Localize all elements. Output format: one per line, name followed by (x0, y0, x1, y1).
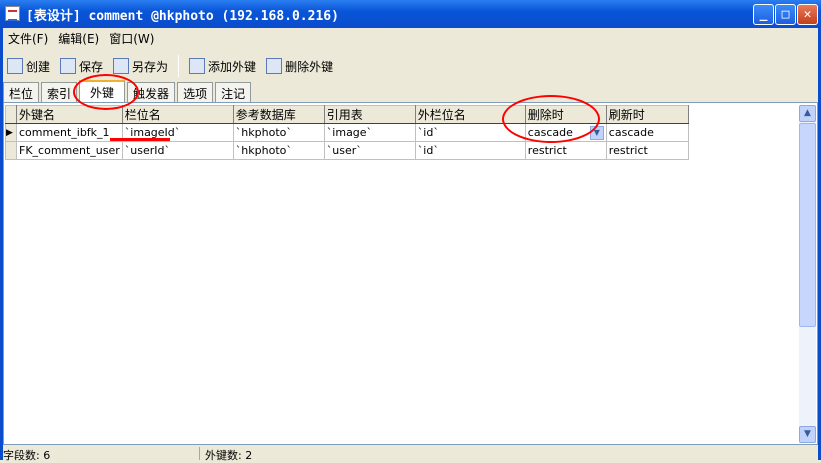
col-on-update[interactable]: 刷新时 (605, 105, 689, 124)
cell[interactable]: restrict (605, 141, 689, 160)
cell[interactable]: `id` (414, 141, 526, 160)
cell[interactable]: `hkphoto` (232, 123, 325, 142)
create-label: 创建 (26, 59, 51, 74)
cell[interactable]: `userId` (121, 141, 234, 160)
cell[interactable]: `user` (323, 141, 416, 160)
minimize-button[interactable]: _ (753, 4, 774, 25)
table-row[interactable]: FK_comment_user `userId` `hkphoto` `user… (5, 141, 689, 160)
cell[interactable]: `image` (323, 123, 416, 142)
menu-edit[interactable]: 编辑(E) (53, 30, 104, 47)
save-as-icon (113, 58, 130, 74)
save-button[interactable]: 保存 (60, 58, 103, 75)
save-as-label: 另存为 (132, 59, 169, 74)
col-ref-db[interactable]: 参考数据库 (232, 105, 325, 124)
window-title: [表设计] comment @hkphoto (192.168.0.216) (26, 8, 339, 24)
cell[interactable]: comment_ibfk_1 (16, 123, 123, 142)
maximize-button[interactable]: □ (775, 4, 796, 25)
row-header (5, 141, 17, 160)
scroll-up-button[interactable]: ▲ (799, 105, 816, 122)
save-icon (60, 58, 77, 74)
menu-window[interactable]: 窗口(W) (104, 30, 159, 47)
vertical-scrollbar[interactable]: ▲ ▼ (799, 105, 816, 443)
add-foreign-key-icon (189, 58, 206, 74)
toolbar: 创建 保存 另存为 添加外键 删除外键 (3, 52, 818, 80)
status-bar: 字段数: 6 外键数: 2 (3, 447, 818, 462)
cell[interactable]: cascade (605, 123, 689, 142)
annotation-circle-on-delete (502, 95, 600, 143)
scroll-thumb[interactable] (799, 123, 816, 327)
close-button[interactable]: ✕ (797, 4, 818, 25)
cell[interactable]: `hkphoto` (232, 141, 325, 160)
tab-indexes[interactable]: 索引 (41, 82, 78, 102)
field-count: 字段数: 6 (3, 447, 200, 462)
tab-fields[interactable]: 栏位 (3, 82, 40, 102)
toolbar-separator (178, 55, 180, 77)
row-header-corner (5, 105, 17, 124)
title-bar: [表设计] comment @hkphoto (192.168.0.216) _… (0, 0, 821, 28)
tab-options[interactable]: 选项 (177, 82, 214, 102)
fk-count: 外键数: 2 (205, 449, 253, 462)
table-design-icon (5, 6, 20, 21)
menu-file[interactable]: 文件(F) (3, 30, 53, 47)
annotation-underline (110, 138, 170, 141)
col-field[interactable]: 栏位名 (121, 105, 234, 124)
delete-foreign-key-icon (266, 58, 283, 74)
current-row-indicator: ▶ (5, 123, 17, 142)
tab-comments[interactable]: 注记 (215, 82, 252, 102)
col-ref-table[interactable]: 引用表 (323, 105, 416, 124)
delete-fk-button[interactable]: 删除外键 (266, 58, 333, 75)
add-fk-label: 添加外键 (208, 59, 257, 74)
annotation-circle-tab (73, 74, 139, 110)
cell[interactable]: restrict (524, 141, 607, 160)
delete-fk-label: 删除外键 (285, 59, 334, 74)
save-as-button[interactable]: 另存为 (113, 58, 168, 75)
menu-bar: 文件(F) 编辑(E) 窗口(W) (3, 28, 818, 48)
foreign-key-grid: 外键名 栏位名 参考数据库 引用表 外栏位名 删除时 刷新时 ▶ comment… (3, 102, 818, 445)
scroll-down-button[interactable]: ▼ (799, 426, 816, 443)
create-table-icon (7, 58, 23, 74)
add-fk-button[interactable]: 添加外键 (189, 58, 256, 75)
save-label: 保存 (79, 59, 104, 74)
create-button[interactable]: 创建 (7, 58, 50, 75)
cell[interactable]: FK_comment_user (16, 141, 123, 160)
